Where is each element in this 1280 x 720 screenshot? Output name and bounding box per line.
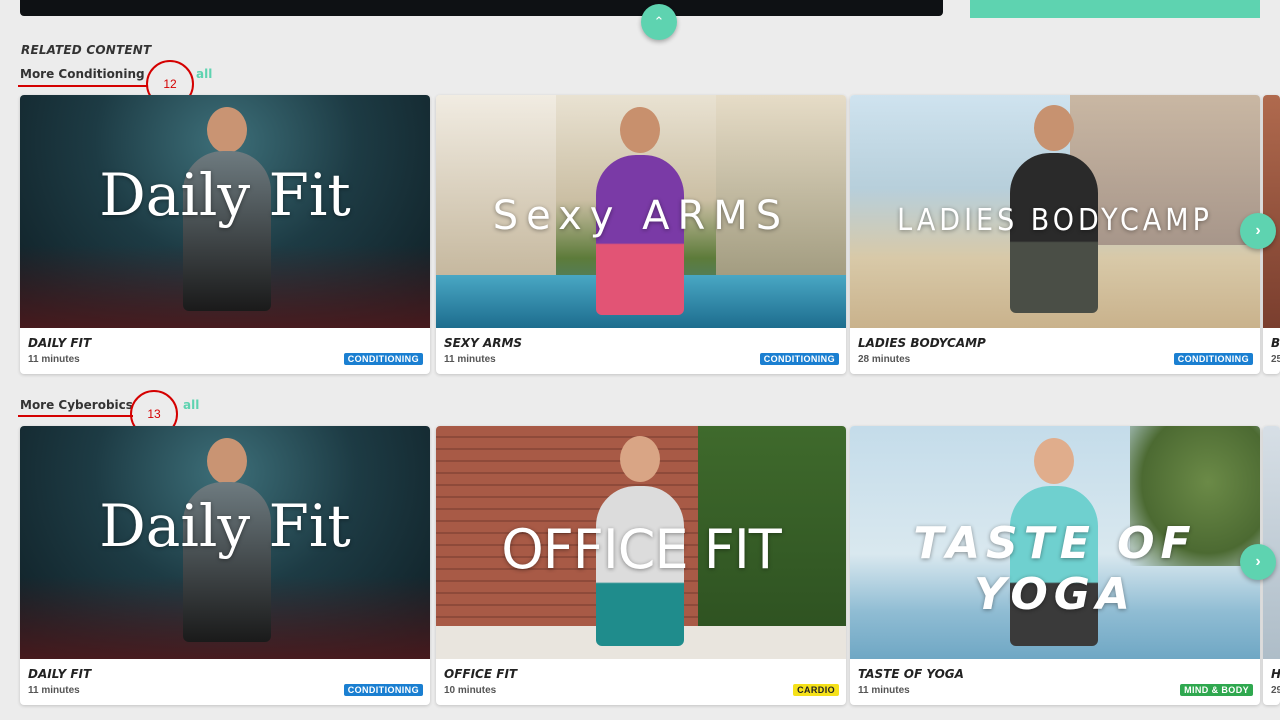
content-card-daily-fit[interactable]: Daily Fit DAILY FIT 11 minutes CONDITION… — [20, 95, 430, 374]
category-badge: CONDITIONING — [759, 353, 839, 365]
card-duration: 29 — [1271, 685, 1280, 696]
card-logo-text: OFFICE FIT — [501, 518, 782, 581]
card-title: DAILY FIT — [28, 336, 92, 350]
card-title: LADIES BODYCAMP — [858, 336, 986, 350]
card-duration: 10 minutes — [444, 685, 497, 696]
card-duration: 28 minutes — [858, 354, 911, 365]
content-card-sexy-arms[interactable]: Sexy ARMS SEXY ARMS 11 minutes CONDITION… — [436, 95, 846, 374]
card-title: SEXY ARMS — [444, 336, 523, 350]
card-title: DAILY FIT — [28, 667, 92, 681]
thumbnail-image: Daily Fit — [20, 95, 430, 328]
card-duration: 11 minutes — [28, 685, 80, 696]
thumbnail-image: LADIES BODYCAMP — [850, 95, 1260, 328]
carousel-next-button[interactable]: › — [1240, 544, 1276, 580]
card-logo-text: Daily Fit — [99, 161, 351, 229]
content-card-daily-fit[interactable]: Daily Fit DAILY FIT 11 minutes CONDITION… — [20, 426, 430, 705]
card-logo-text: TASTE OF YOGA — [913, 518, 1197, 620]
carousel-next-button[interactable]: › — [1240, 213, 1276, 249]
thumbnail-image: OFFICE FIT — [436, 426, 846, 659]
category-badge: CONDITIONING — [343, 353, 423, 365]
row-title-conditioning: More Conditioning — [20, 67, 145, 81]
card-title: H — [1271, 667, 1280, 681]
card-logo-text: Sexy ARMS — [492, 193, 790, 239]
card-duration: 25 — [1271, 354, 1280, 365]
annotation-underline — [18, 85, 148, 87]
see-all-link-cyberobics[interactable]: all — [183, 398, 199, 412]
annotation-underline — [18, 415, 133, 417]
card-duration: 11 minutes — [444, 354, 496, 365]
category-badge: CONDITIONING — [343, 684, 423, 696]
video-player-bottom[interactable] — [20, 0, 943, 16]
related-content-heading: RELATED CONTENT — [21, 43, 152, 57]
thumbnail-image — [1263, 95, 1280, 328]
category-badge: MIND & BODY — [1180, 684, 1253, 696]
thumbnail-image: TASTE OF YOGA — [850, 426, 1260, 659]
card-title: OFFICE FIT — [444, 667, 518, 681]
thumbnail-image: Sexy ARMS — [436, 95, 846, 328]
row-title-cyberobics: More Cyberobics — [20, 398, 133, 412]
side-action-button[interactable] — [970, 0, 1260, 18]
category-badge: CONDITIONING — [1173, 353, 1253, 365]
content-card-office-fit[interactable]: OFFICE FIT OFFICE FIT 10 minutes CARDIO — [436, 426, 846, 705]
card-duration: 11 minutes — [28, 354, 80, 365]
chevron-right-icon: › — [1255, 222, 1261, 239]
thumbnail-image — [1263, 426, 1280, 659]
category-badge: CARDIO — [793, 684, 839, 696]
content-card-ladies-bodycamp[interactable]: LADIES BODYCAMP LADIES BODYCAMP 28 minut… — [850, 95, 1260, 374]
content-card-taste-of-yoga[interactable]: TASTE OF YOGA TASTE OF YOGA 11 minutes M… — [850, 426, 1260, 705]
card-logo-text: Daily Fit — [99, 492, 351, 560]
card-duration: 11 minutes — [858, 685, 910, 696]
card-title: TASTE OF YOGA — [858, 667, 964, 681]
chevron-right-icon: › — [1255, 553, 1261, 570]
chevron-up-icon: ⌃ — [653, 14, 665, 29]
thumbnail-image: Daily Fit — [20, 426, 430, 659]
see-all-link-conditioning[interactable]: all — [196, 67, 212, 81]
card-logo-text: LADIES BODYCAMP — [897, 203, 1213, 238]
card-title: B — [1271, 336, 1280, 350]
collapse-button[interactable]: ⌃ — [641, 4, 677, 40]
